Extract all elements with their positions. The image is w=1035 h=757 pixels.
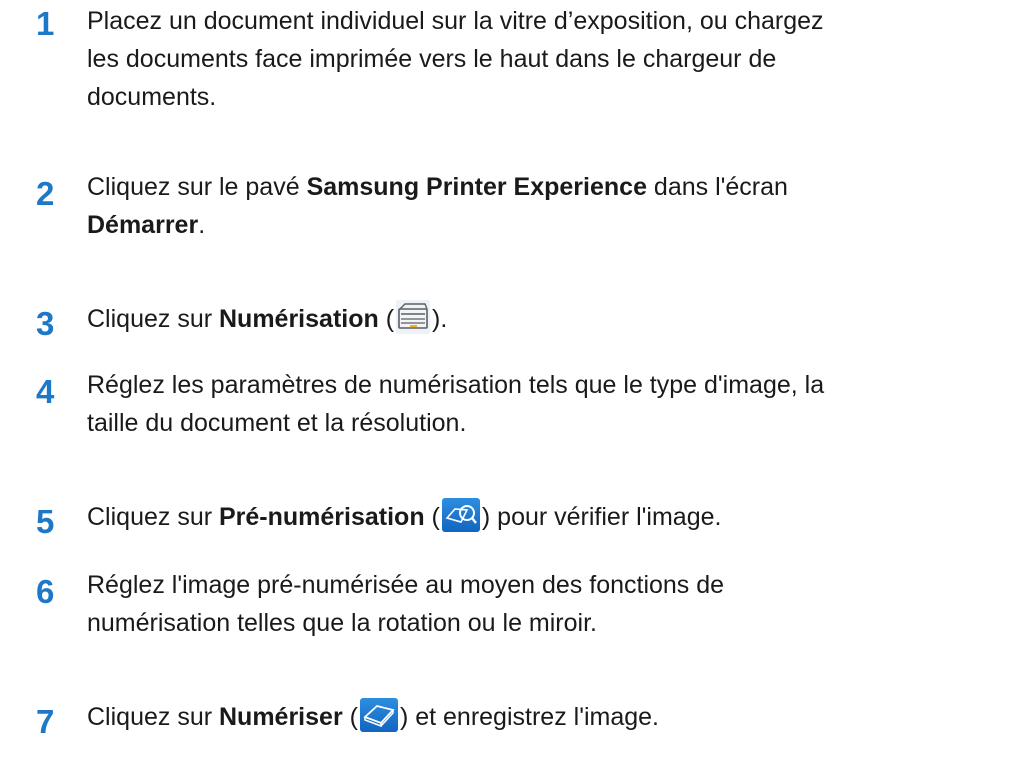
step-number: 3 xyxy=(36,305,55,342)
step-number: 2 xyxy=(36,175,55,212)
step-text-bold: Pré-numérisation xyxy=(219,503,425,531)
step-text-plain: Cliquez sur xyxy=(87,703,219,731)
step-text-line: documents. xyxy=(87,83,217,111)
step-text-plain: Cliquez sur xyxy=(87,503,219,531)
step-text-plain: ) et enregistrez l'image. xyxy=(399,703,659,731)
step-text: Placez un document individuel sur la vit… xyxy=(87,2,1027,116)
step-text-plain: dans l'écran xyxy=(646,173,788,201)
step-number: 4 xyxy=(36,373,55,410)
step-text: Cliquez sur le pavé Samsung Printer Expe… xyxy=(87,168,1027,244)
step-number: 5 xyxy=(36,503,55,540)
step-text-line: Placez un document individuel sur la vit… xyxy=(87,7,824,35)
step-text-bold: Numérisation xyxy=(219,305,379,333)
step-text-plain: ( xyxy=(378,305,395,333)
step-text-line: Réglez les paramètres de numérisation te… xyxy=(87,371,825,399)
step-text-plain: . xyxy=(198,211,206,239)
step-text: Réglez l'image pré-numérisée au moyen de… xyxy=(87,566,1027,642)
step-text-line: les documents face imprimée vers le haut… xyxy=(87,45,777,73)
step-text-line: taille du document et la résolution. xyxy=(87,409,467,437)
step-text-bold: Démarrer xyxy=(87,211,199,239)
step-text: Réglez les paramètres de numérisation te… xyxy=(87,366,1027,442)
step-text-plain: ( xyxy=(424,503,440,531)
step-text-line: Cliquez sur le pavé Samsung Printer Expe… xyxy=(87,168,1027,206)
step-text-line: Démarrer. xyxy=(87,206,1027,244)
step-text-line: numérisation telles que la rotation ou l… xyxy=(87,609,597,637)
step-text-plain: ) pour vérifier l'image. xyxy=(481,503,722,531)
step-text-line: Réglez l'image pré-numérisée au moyen de… xyxy=(87,571,725,599)
step-text-plain: Cliquez sur xyxy=(87,305,219,333)
step-text: Cliquez sur Pré-numérisation ( ) pour vér… xyxy=(87,498,1027,536)
step-text: Cliquez sur Numérisation (). xyxy=(87,300,1027,338)
step-number: 1 xyxy=(36,5,55,42)
step-text-bold: Numériser xyxy=(219,703,343,731)
instruction-steps: 1 Placez un document individuel sur la v… xyxy=(0,0,1035,757)
flatbed-scanner-icon xyxy=(396,300,431,335)
step-text: Cliquez sur Numériser ( ) et enregistrez … xyxy=(87,698,1027,736)
scan-icon xyxy=(359,698,398,733)
step-text-plain: Cliquez sur le pavé xyxy=(87,173,307,201)
step-number: 6 xyxy=(36,573,55,610)
step-number: 7 xyxy=(36,703,55,740)
step-text-plain: ( xyxy=(342,703,358,731)
step-text-plain: ). xyxy=(432,305,448,333)
step-text-bold: Samsung Printer Experience xyxy=(306,173,647,201)
prescan-magnifier-icon xyxy=(441,498,480,533)
